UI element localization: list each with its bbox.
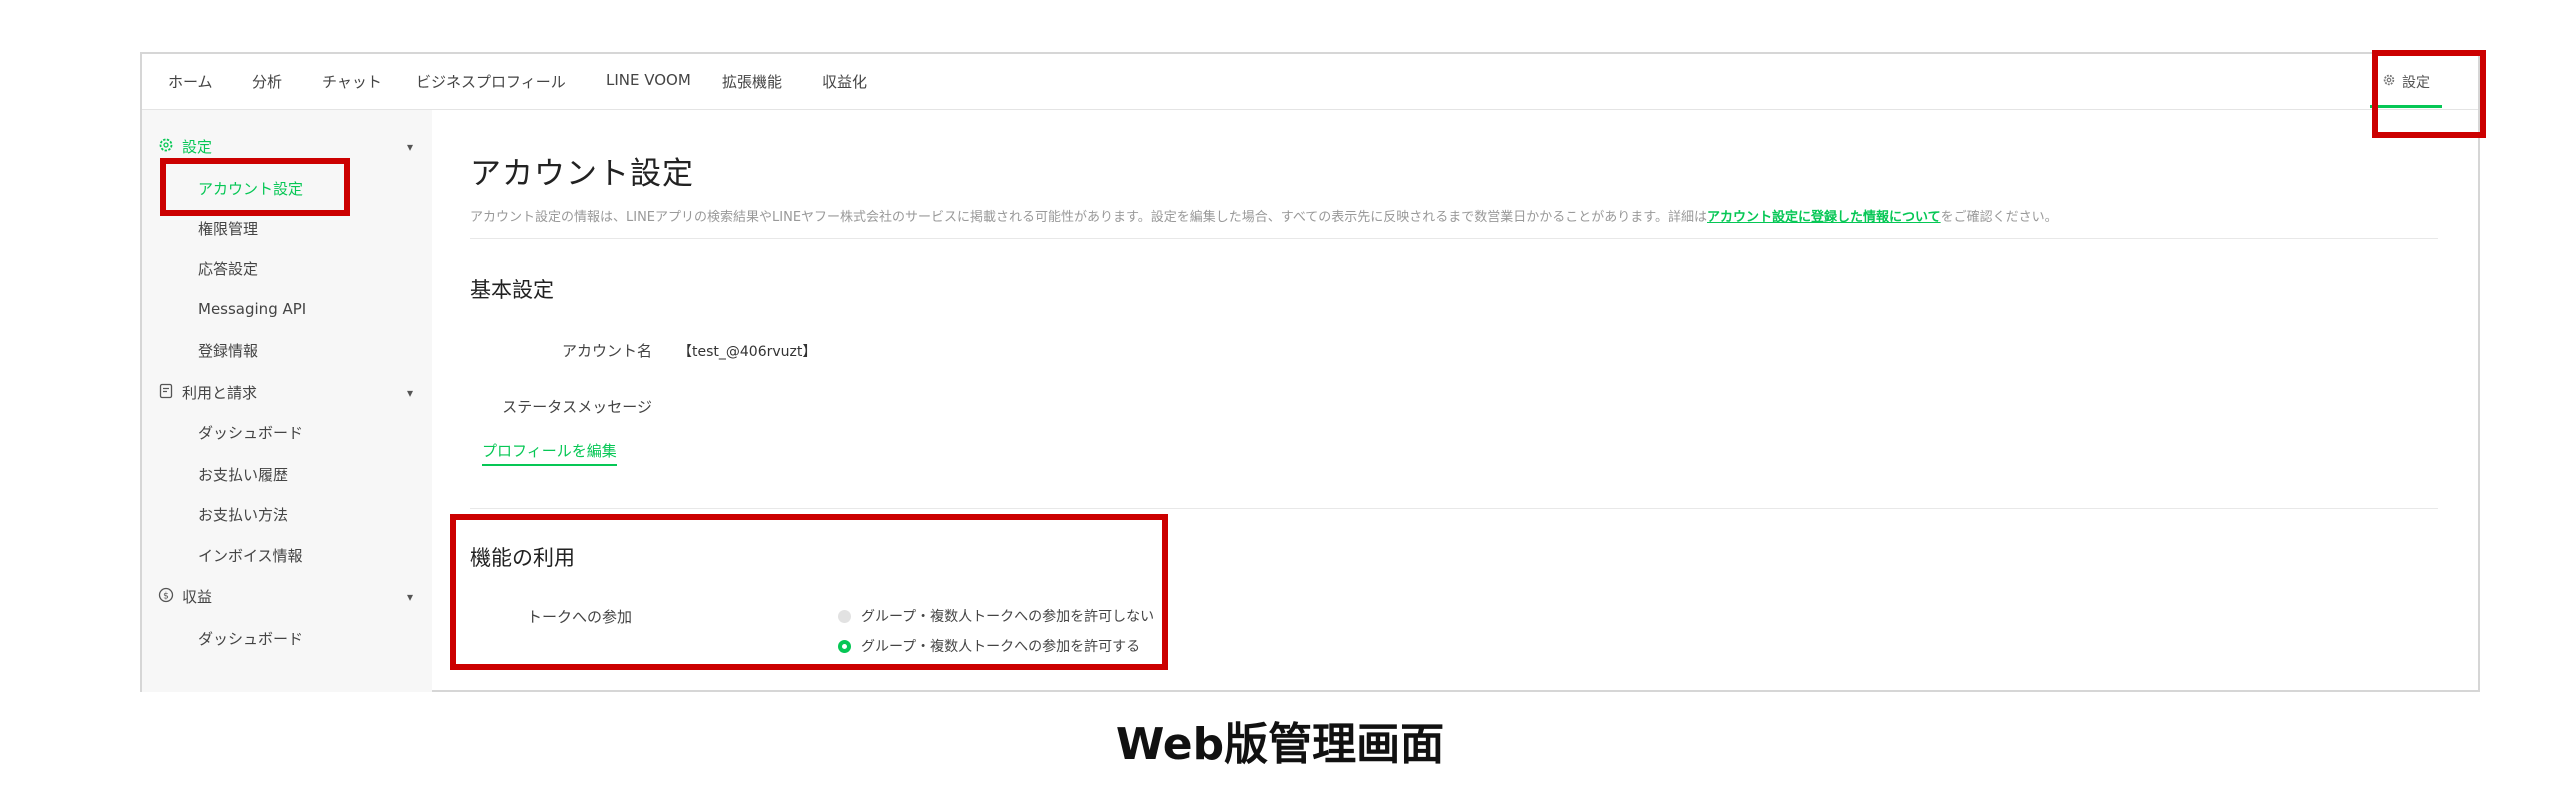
sidebar-group-settings[interactable]: 設定 ▾ (158, 136, 413, 157)
nav-extensions[interactable]: 拡張機能 (722, 71, 782, 92)
nav-business-profile[interactable]: ビジネスプロフィール (416, 71, 566, 92)
divider (470, 238, 2438, 239)
sidebar-item-response-settings[interactable]: 応答設定 (198, 258, 258, 279)
caret-down-icon: ▾ (406, 139, 413, 154)
caret-down-icon: ▾ (406, 385, 413, 400)
highlight-box-settings-tab (2372, 50, 2486, 138)
divider (470, 508, 2438, 509)
nav-monetization[interactable]: 収益化 (822, 71, 867, 92)
page-title: アカウント設定 (470, 156, 694, 192)
sidebar-item-revenue-dashboard[interactable]: ダッシュボード (198, 628, 303, 649)
sidebar-group-revenue[interactable]: $ 収益 ▾ (158, 586, 413, 607)
nav-home[interactable]: ホーム (168, 71, 213, 92)
highlight-box-feature-usage (450, 514, 1168, 670)
sidebar-item-payment-history[interactable]: お支払い履歴 (198, 464, 288, 485)
account-name-label: アカウント名 (561, 342, 652, 360)
nav-chat[interactable]: チャット (322, 71, 382, 92)
svg-text:$: $ (163, 591, 169, 601)
section-title-basic: 基本設定 (470, 278, 554, 302)
caret-down-icon: ▾ (406, 589, 413, 604)
coin-icon: $ (158, 587, 174, 607)
notice-suffix: をご確認ください。 (1940, 210, 2058, 225)
sidebar-group-label: 収益 (182, 588, 213, 606)
sidebar-item-payment-method[interactable]: お支払い方法 (198, 504, 288, 525)
highlight-box-account-settings (160, 158, 350, 216)
nav-line-voom[interactable]: LINE VOOM (606, 71, 691, 89)
sidebar-group-label: 利用と請求 (182, 384, 258, 402)
document-icon (158, 383, 174, 403)
notice-text: アカウント設定の情報は、LINEアプリの検索結果やLINEヤフー株式会社のサービ… (470, 206, 2058, 225)
sidebar-item-registration-info[interactable]: 登録情報 (198, 340, 258, 361)
status-message-label: ステータスメッセージ (502, 398, 652, 416)
image-caption: Web版管理画面 (1115, 719, 1445, 770)
gear-icon (158, 137, 174, 157)
sidebar-item-permissions[interactable]: 権限管理 (198, 218, 258, 239)
edit-profile-link[interactable]: プロフィールを編集 (482, 440, 617, 466)
nav-analytics[interactable]: 分析 (252, 71, 282, 92)
notice-prefix: アカウント設定の情報は、LINEアプリの検索結果やLINEヤフー株式会社のサービ… (470, 210, 1708, 225)
sidebar-group-billing[interactable]: 利用と請求 ▾ (158, 382, 413, 403)
sidebar-item-messaging-api[interactable]: Messaging API (198, 300, 306, 318)
account-name-value: 【test_@406rvuzt】 (678, 344, 817, 360)
sidebar-group-label: 設定 (182, 138, 213, 156)
sidebar-item-invoice-info[interactable]: インボイス情報 (198, 545, 303, 566)
notice-link[interactable]: アカウント設定に登録した情報について (1707, 210, 1941, 225)
sidebar-item-dashboard[interactable]: ダッシュボード (198, 422, 303, 443)
top-nav: ホーム 分析 チャット ビジネスプロフィール LINE VOOM 拡張機能 収益… (142, 54, 2478, 110)
